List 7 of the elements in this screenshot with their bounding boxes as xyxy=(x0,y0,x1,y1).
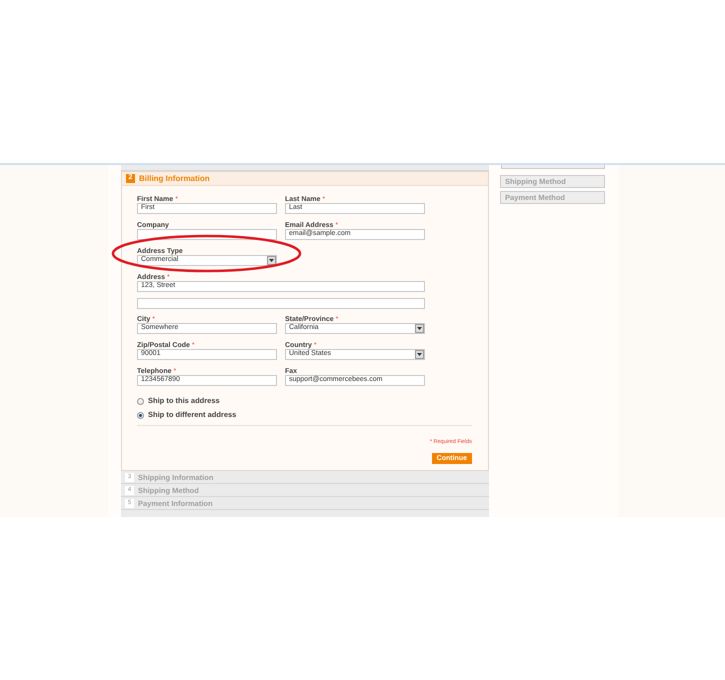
radio-button[interactable] xyxy=(137,398,144,404)
dropdown-arrow-icon xyxy=(415,324,424,333)
dropdown-arrow-icon xyxy=(267,256,276,265)
dropdown-arrow-icon xyxy=(415,350,424,359)
step-title: Billing Information xyxy=(139,172,210,184)
radio-button[interactable] xyxy=(137,412,144,418)
input-field[interactable] xyxy=(137,298,425,309)
